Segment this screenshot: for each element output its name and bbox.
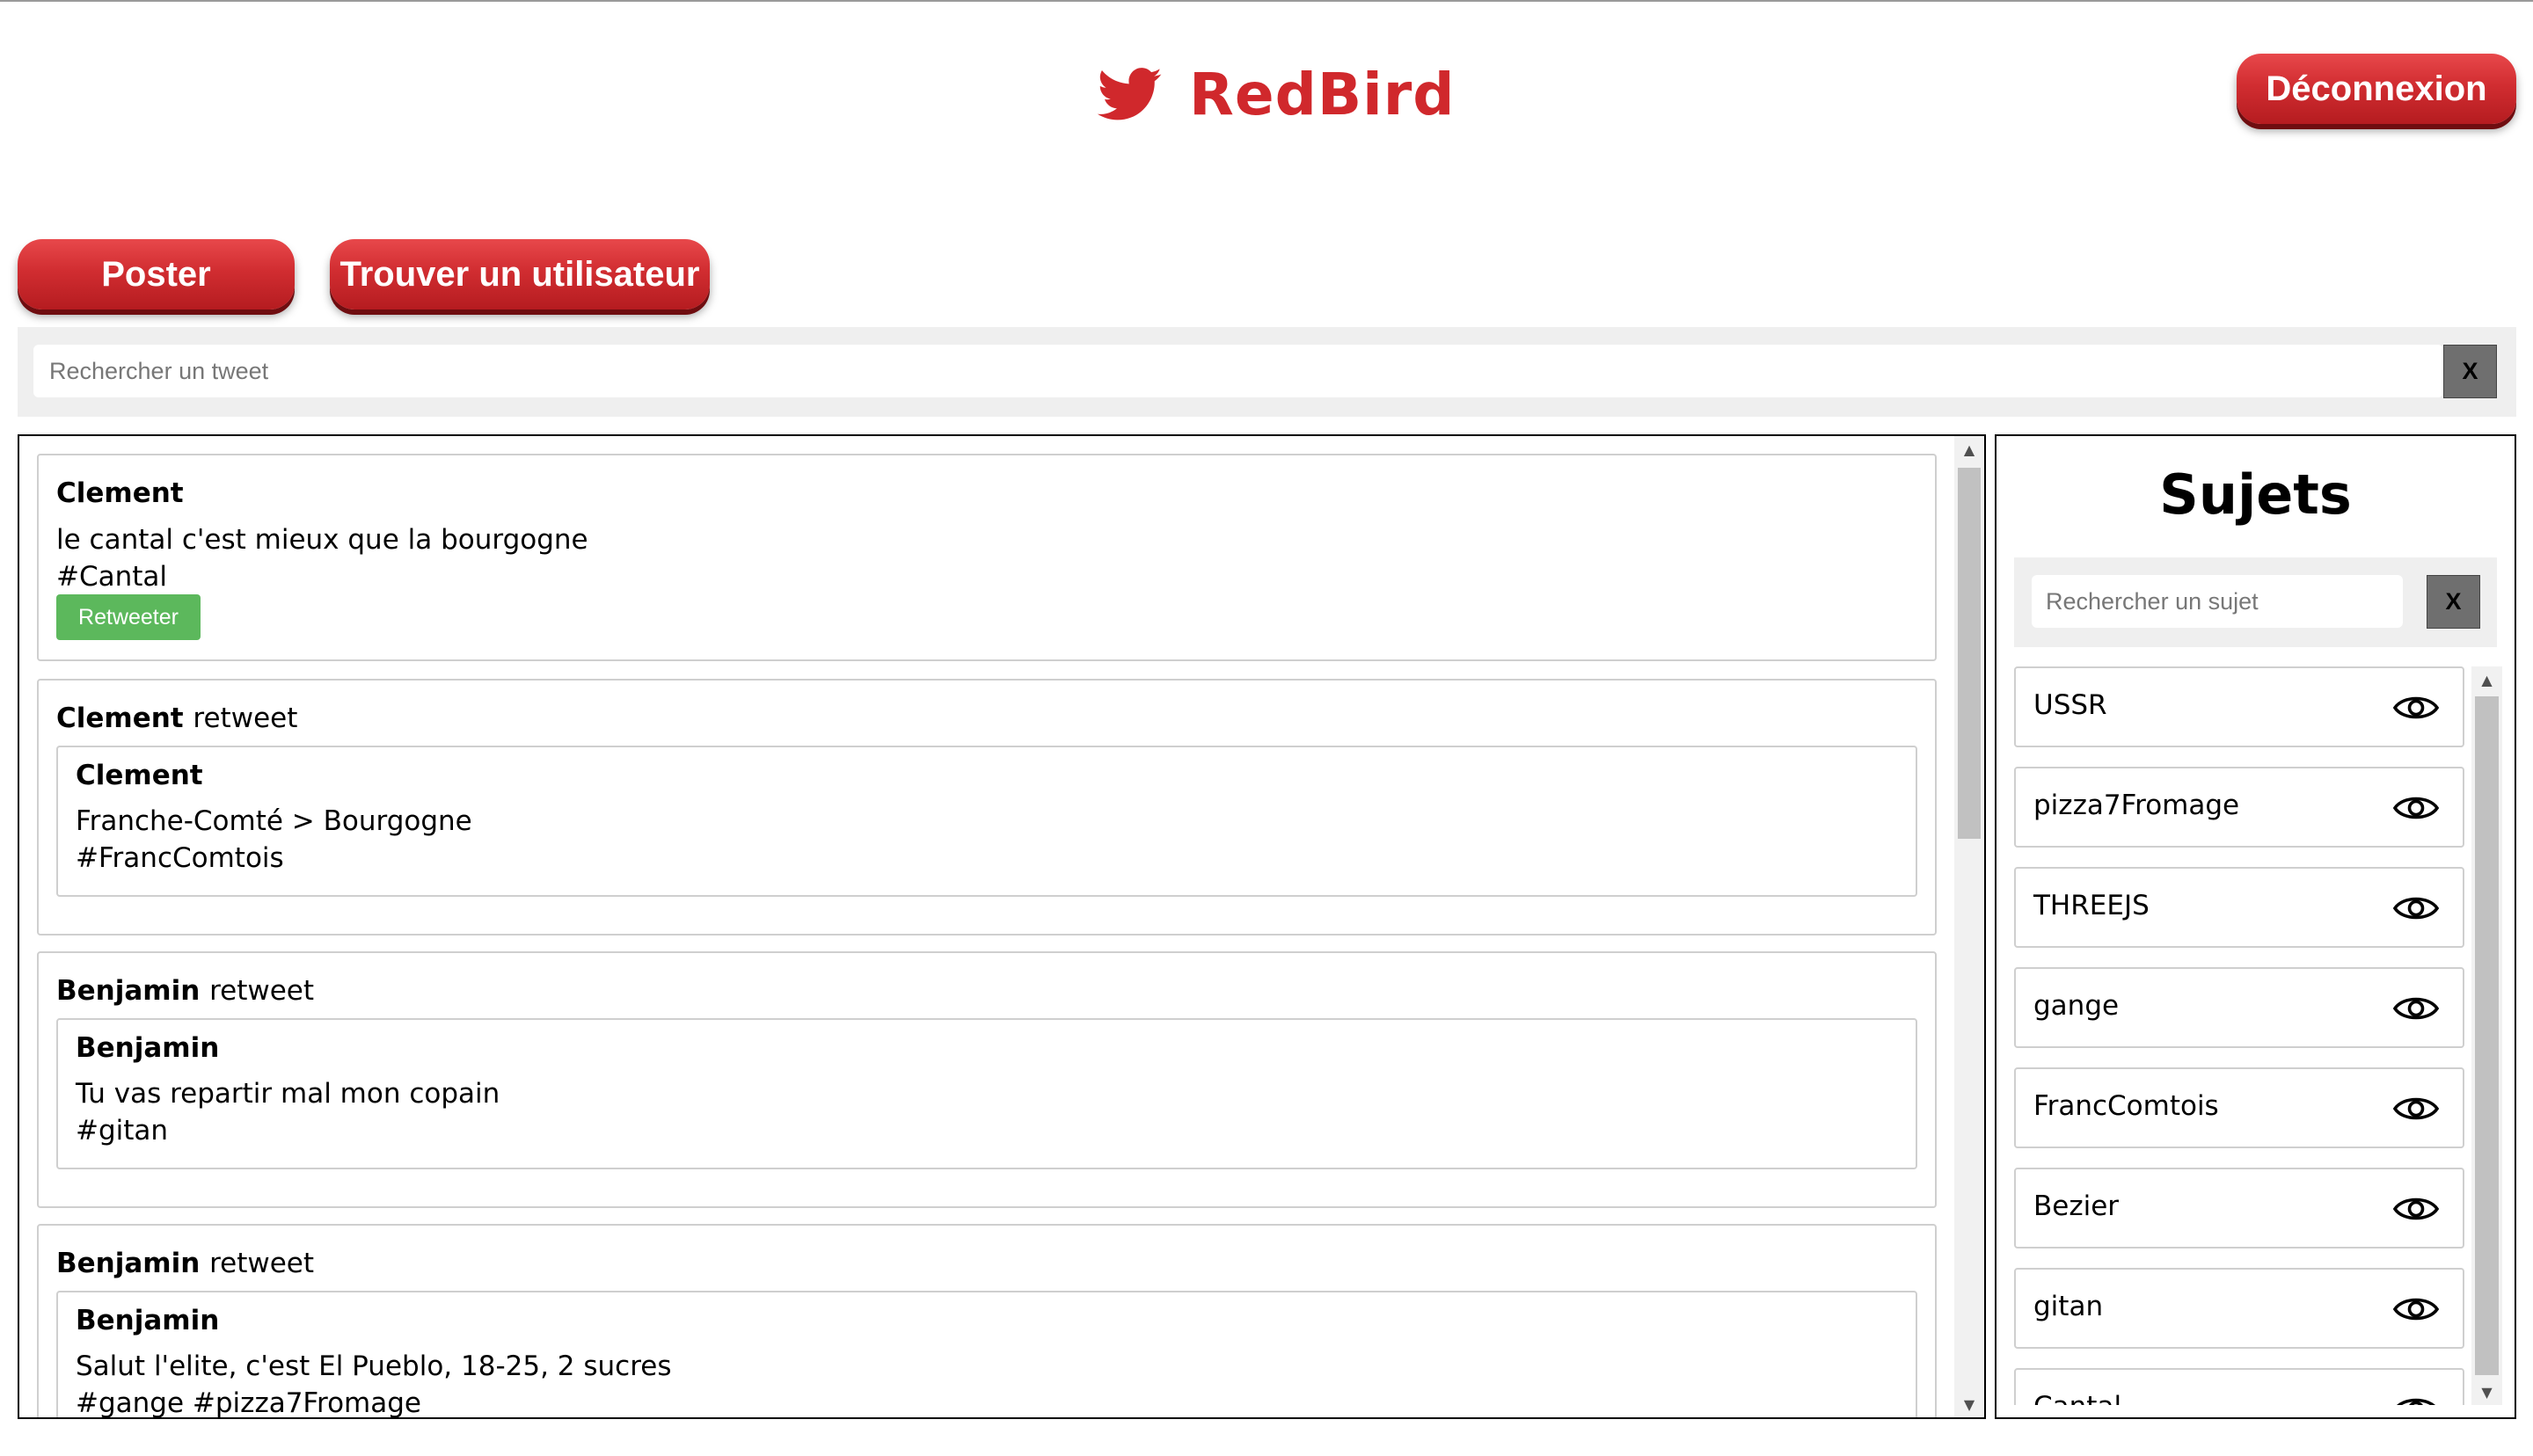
retweet-label: retweet <box>209 1248 315 1279</box>
retweet-header: Clement retweet <box>56 703 297 734</box>
topic-item[interactable]: gitan <box>2014 1268 2464 1349</box>
retweet-author[interactable]: Clement <box>56 703 184 734</box>
retweet-author[interactable]: Benjamin <box>56 1248 200 1279</box>
clear-tweet-search-button[interactable]: X <box>2443 345 2497 398</box>
retweet-card: Benjamin retweet Benjamin Salut l'elite,… <box>37 1224 1937 1417</box>
tweet-text: Tu vas repartir mal mon copain <box>76 1078 500 1110</box>
topic-search-bar: X <box>2014 557 2497 647</box>
topic-item[interactable]: Cantal <box>2014 1368 2464 1405</box>
tweet-search-bar: X <box>18 327 2516 417</box>
topics-title: Sujets <box>2159 462 2352 527</box>
scroll-down-arrow-icon[interactable]: ▼ <box>2471 1379 2502 1405</box>
logout-button[interactable]: Déconnexion <box>2237 54 2516 124</box>
top-border <box>0 0 2533 2</box>
tweet-hashtags[interactable]: #Cantal <box>56 561 167 593</box>
eye-icon[interactable] <box>2392 693 2440 723</box>
topic-item[interactable]: pizza7Fromage <box>2014 767 2464 848</box>
topic-name: THREEJS <box>2033 890 2150 921</box>
tweet-hashtags[interactable]: #gitan <box>76 1115 168 1147</box>
feed-scrollbar-thumb[interactable] <box>1958 468 1981 839</box>
eye-icon[interactable] <box>2392 1394 2440 1405</box>
tweet-text: Salut l'elite, c'est El Pueblo, 18-25, 2… <box>76 1350 672 1382</box>
retweet-label: retweet <box>209 975 315 1007</box>
eye-icon[interactable] <box>2392 793 2440 823</box>
eye-icon[interactable] <box>2392 1094 2440 1124</box>
retweet-header: Benjamin retweet <box>56 975 314 1007</box>
scroll-up-arrow-icon[interactable]: ▲ <box>2471 666 2502 693</box>
topic-name: FrancComtois <box>2033 1090 2219 1122</box>
eye-icon[interactable] <box>2392 1194 2440 1224</box>
retweet-header: Benjamin retweet <box>56 1248 314 1279</box>
topic-item[interactable]: Bezier <box>2014 1168 2464 1249</box>
topic-scrollbar[interactable]: ▲ ▼ <box>2471 666 2502 1405</box>
topic-scrollbar-thumb[interactable] <box>2475 696 2499 1375</box>
topic-list[interactable]: USSR pizza7Fromage THREEJS gange FrancComtoi… <box>2014 666 2502 1405</box>
app-logo: RedBird <box>1098 60 1456 130</box>
scroll-up-arrow-icon[interactable]: ▲ <box>1954 436 1984 462</box>
topic-name: Bezier <box>2033 1190 2120 1222</box>
retweet-author[interactable]: Benjamin <box>56 975 200 1007</box>
tweet-author[interactable]: Clement <box>56 477 184 509</box>
original-tweet: Clement Franche-Comté > Bourgogne #Franc… <box>56 746 1917 897</box>
topics-panel: Sujets X USSR pizza7Fromage THREEJS gange Fr… <box>1995 434 2516 1419</box>
topic-item[interactable]: USSR <box>2014 666 2464 747</box>
eye-icon[interactable] <box>2392 893 2440 923</box>
topic-name: Cantal <box>2033 1391 2121 1405</box>
scroll-down-arrow-icon[interactable]: ▼ <box>1954 1391 1984 1417</box>
eye-icon[interactable] <box>2392 994 2440 1023</box>
tweet-card: Clement le cantal c'est mieux que la bou… <box>37 454 1937 661</box>
tweet-author[interactable]: Benjamin <box>76 1032 219 1064</box>
post-button[interactable]: Poster <box>18 239 295 309</box>
topic-name: gange <box>2033 990 2120 1022</box>
topic-item[interactable]: gange <box>2014 967 2464 1048</box>
original-tweet: Benjamin Salut l'elite, c'est El Pueblo,… <box>56 1291 1917 1417</box>
topic-name: pizza7Fromage <box>2033 790 2240 821</box>
tweet-text: Franche-Comté > Bourgogne <box>76 805 472 837</box>
tweet-author[interactable]: Benjamin <box>76 1305 219 1336</box>
retweet-button[interactable]: Retweeter <box>56 594 201 640</box>
retweet-card: Benjamin retweet Benjamin Tu vas reparti… <box>37 951 1937 1208</box>
eye-icon[interactable] <box>2392 1294 2440 1324</box>
topic-item[interactable]: THREEJS <box>2014 867 2464 948</box>
topic-item[interactable]: FrancComtois <box>2014 1067 2464 1148</box>
tweet-search-input[interactable] <box>33 345 2443 397</box>
topic-name: USSR <box>2033 689 2107 721</box>
tweet-text: le cantal c'est mieux que la bourgogne <box>56 524 588 556</box>
retweet-label: retweet <box>193 703 298 734</box>
twitter-bird-icon <box>1098 68 1162 120</box>
clear-topic-search-button[interactable]: X <box>2427 575 2480 629</box>
topic-name: gitan <box>2033 1291 2104 1322</box>
find-user-button[interactable]: Trouver un utilisateur <box>330 239 710 309</box>
tweet-author[interactable]: Clement <box>76 760 203 791</box>
tweet-feed[interactable]: Clement le cantal c'est mieux que la bou… <box>18 434 1986 1419</box>
tweet-hashtags[interactable]: #gange #pizza7Fromage <box>76 1387 421 1417</box>
feed-scrollbar[interactable]: ▲ ▼ <box>1954 436 1984 1417</box>
retweet-card: Clement retweet Clement Franche-Comté > … <box>37 679 1937 935</box>
topic-search-input[interactable] <box>2032 575 2403 628</box>
brand-title: RedBird <box>1189 61 1456 128</box>
original-tweet: Benjamin Tu vas repartir mal mon copain … <box>56 1018 1917 1169</box>
tweet-hashtags[interactable]: #FrancComtois <box>76 842 284 874</box>
